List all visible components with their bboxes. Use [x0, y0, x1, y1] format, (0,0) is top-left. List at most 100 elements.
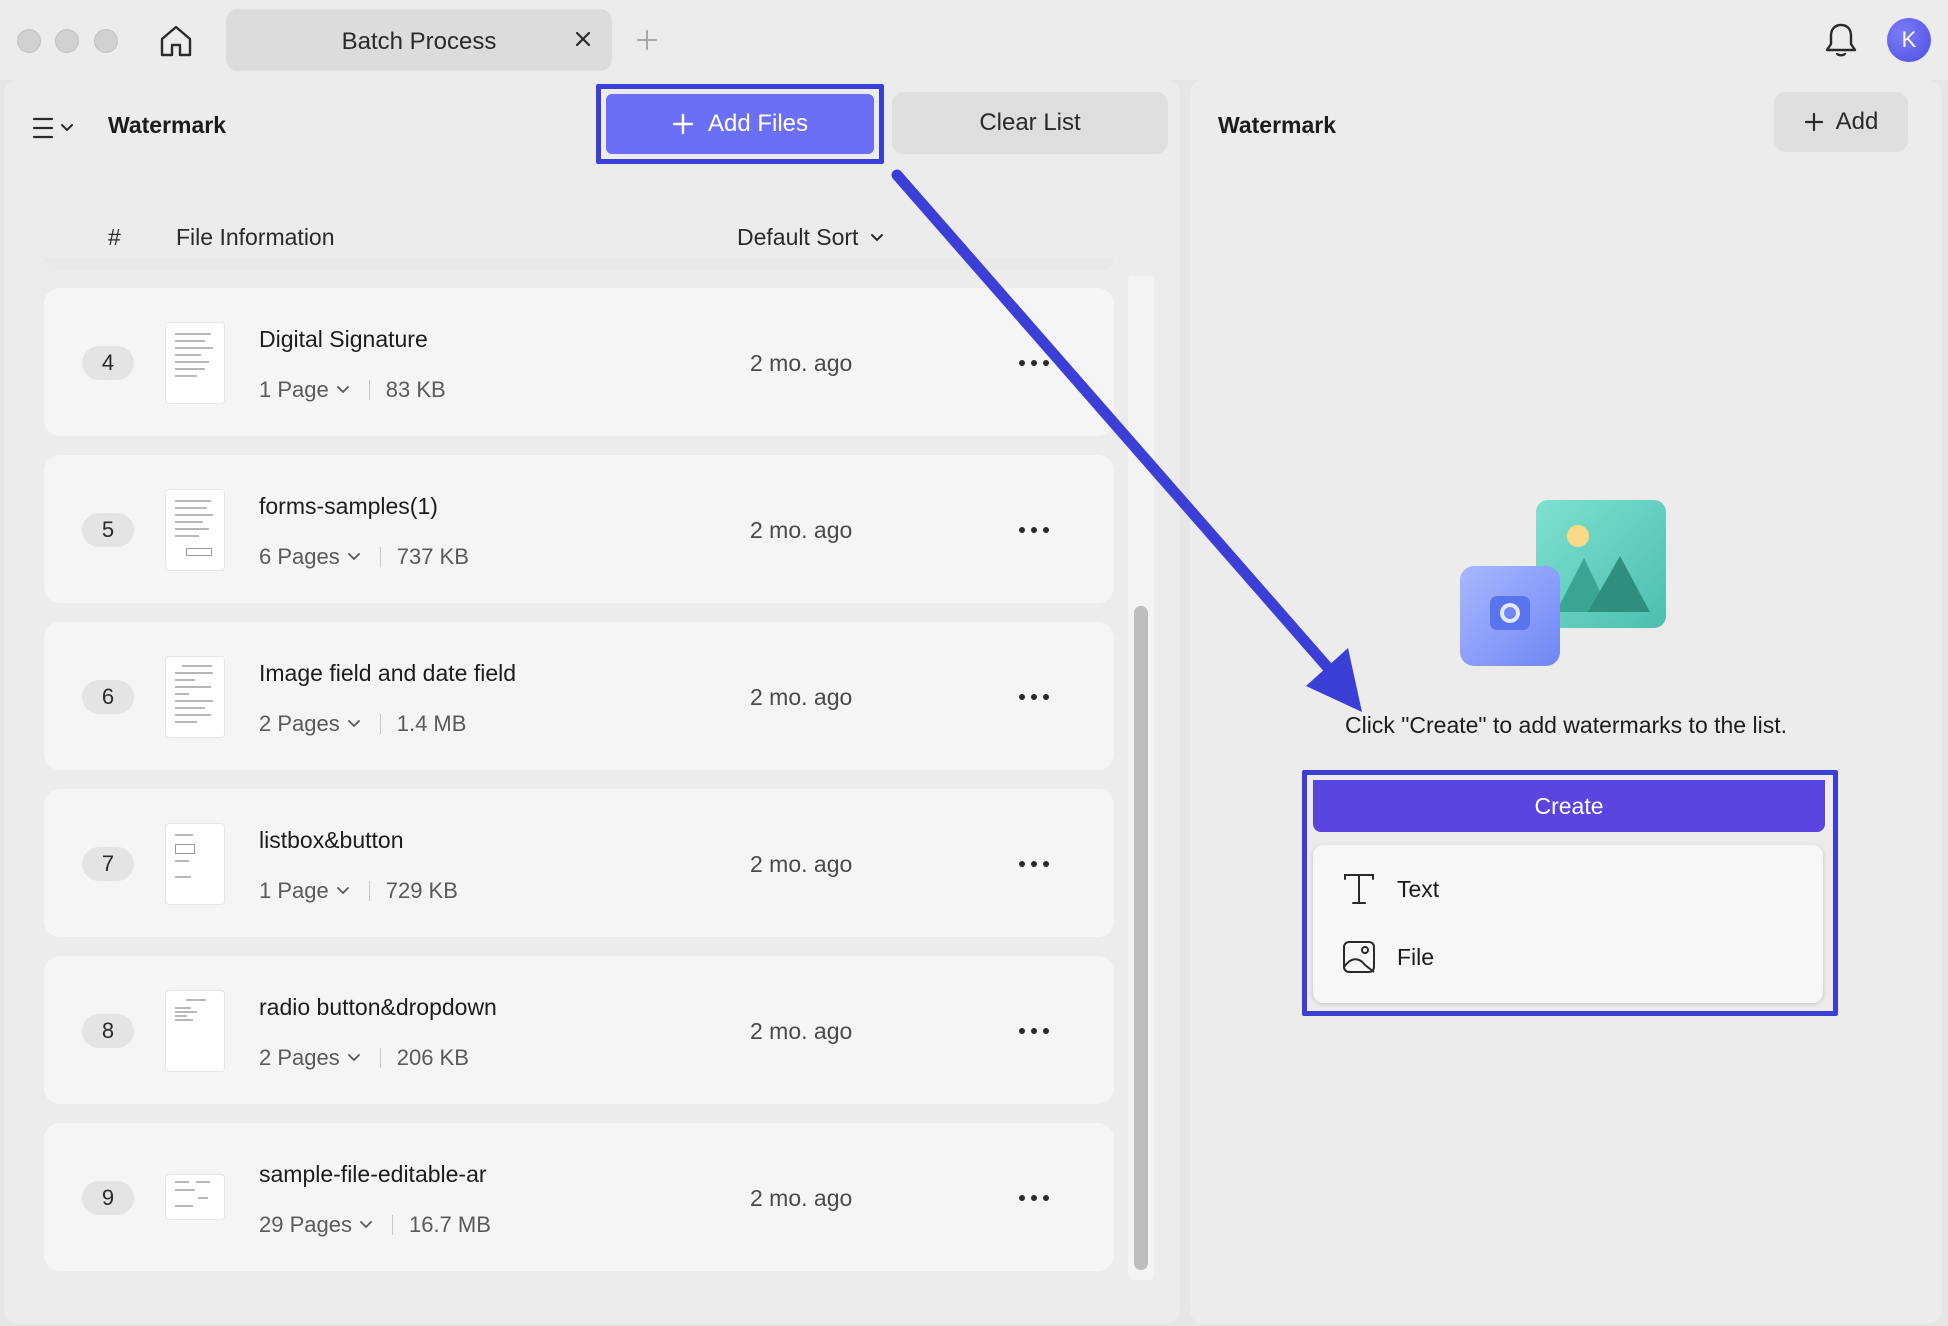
title-bar: Batch Process K [0, 0, 1948, 80]
file-size: 16.7 MB [408, 1212, 491, 1237]
file-name: sample-file-editable-ar [259, 1161, 487, 1187]
home-icon [160, 25, 192, 57]
close-icon [575, 31, 591, 47]
create-button[interactable]: Create [1313, 780, 1825, 832]
file-thumbnail [166, 490, 224, 570]
add-files-button[interactable]: Add Files [606, 94, 874, 154]
page-count: 2 Pages [259, 1045, 340, 1070]
page-count-dropdown[interactable]: 2 Pages [259, 711, 360, 737]
empty-state-hint: Click "Create" to add watermarks to the … [1345, 712, 1787, 738]
page-count: 6 Pages [259, 544, 340, 569]
file-name: listbox&button [259, 827, 404, 853]
add-files-highlight: Add Files [596, 84, 884, 164]
window-close-dot[interactable] [17, 29, 41, 53]
text-icon [1344, 874, 1374, 904]
more-icon [1019, 360, 1049, 366]
file-thumbnail [166, 824, 224, 904]
file-list-panel: Watermark Add Files Clear List # File In… [4, 80, 1180, 1324]
file-meta: 29 Pages 16.7 MB [259, 1212, 491, 1238]
more-icon [1019, 527, 1049, 533]
sort-label: Default Sort [737, 224, 859, 250]
window-zoom-dot[interactable] [94, 29, 118, 53]
image-file-icon [1343, 941, 1375, 973]
table-row[interactable]: 8 radio button&dropdown 2 Pages 206 KB 2… [44, 956, 1114, 1104]
row-more-button[interactable] [1014, 847, 1054, 881]
tab-close-button[interactable] [568, 24, 598, 54]
chevron-down-icon [871, 233, 884, 241]
page-count-dropdown[interactable]: 6 Pages [259, 544, 360, 570]
table-row[interactable]: 5 forms-samples(1) 6 Pages 737 KB 2 mo. … [44, 455, 1114, 603]
page-count: 1 Page [259, 377, 329, 402]
tab-batch-process[interactable]: Batch Process [226, 9, 612, 71]
bell-icon [1825, 23, 1857, 57]
chevron-down-icon [347, 553, 360, 561]
menu-item-text[interactable]: Text [1341, 867, 1439, 911]
new-tab-button[interactable] [632, 22, 662, 58]
row-more-button[interactable] [1014, 1014, 1054, 1048]
file-name: Digital Signature [259, 326, 428, 352]
table-row[interactable]: 6 Image field and date field 2 Pages 1.4… [44, 622, 1114, 770]
chevron-down-icon [336, 386, 349, 394]
file-size: 729 KB [385, 878, 458, 903]
page-count: 2 Pages [259, 711, 340, 736]
row-index: 9 [82, 1181, 134, 1215]
plus-icon [1804, 112, 1823, 132]
more-icon [1019, 861, 1049, 867]
row-more-button[interactable] [1014, 1181, 1054, 1215]
page-count-dropdown[interactable]: 1 Page [259, 377, 349, 403]
page-count: 1 Page [259, 878, 329, 903]
add-files-label: Add Files [707, 110, 809, 137]
row-more-button[interactable] [1014, 346, 1054, 380]
table-row[interactable]: 9 sample-file-editable-ar 29 Pages 16.7 … [44, 1123, 1114, 1271]
file-date: 2 mo. ago [750, 1018, 853, 1044]
more-icon [1019, 1195, 1049, 1201]
row-index: 6 [82, 680, 134, 714]
avatar[interactable]: K [1887, 18, 1931, 62]
chevron-down-icon [336, 887, 349, 895]
row-more-button[interactable] [1014, 513, 1054, 547]
file-thumbnail [166, 1175, 224, 1219]
row-index: 8 [82, 1014, 134, 1048]
window-minimize-dot[interactable] [55, 29, 79, 53]
create-dropdown-menu: Text File [1313, 845, 1823, 1003]
chevron-down-icon [360, 1221, 372, 1229]
clear-list-button[interactable]: Clear List [892, 92, 1168, 154]
row-index: 7 [82, 847, 134, 881]
list-scrollbar[interactable] [1128, 276, 1154, 1280]
file-date: 2 mo. ago [750, 851, 853, 877]
empty-state-illustration [1460, 500, 1666, 666]
meta-divider [379, 1048, 381, 1068]
menu-item-label: Text [1397, 875, 1440, 902]
panel-menu-button[interactable] [32, 108, 86, 148]
file-date: 2 mo. ago [750, 684, 853, 710]
panel-title: Watermark [108, 112, 227, 138]
file-meta: 1 Page 729 KB [259, 878, 458, 904]
add-watermark-button[interactable]: Add [1774, 92, 1908, 152]
sort-dropdown[interactable]: Default Sort [737, 224, 884, 251]
scrollbar-thumb[interactable] [1134, 606, 1148, 1270]
meta-divider [368, 380, 370, 400]
file-meta: 2 Pages 1.4 MB [259, 711, 466, 737]
previous-row-edge [44, 258, 1114, 270]
menu-item-file[interactable]: File [1341, 935, 1434, 979]
row-more-button[interactable] [1014, 680, 1054, 714]
more-icon [1019, 1028, 1049, 1034]
file-thumbnail [166, 991, 224, 1071]
page-count-dropdown[interactable]: 2 Pages [259, 1045, 360, 1071]
home-button[interactable] [154, 19, 198, 63]
create-highlight: Create Text File [1302, 770, 1838, 1016]
plus-icon [672, 113, 694, 135]
page-count-dropdown[interactable]: 29 Pages [259, 1212, 372, 1238]
chevron-down-icon [61, 124, 73, 132]
file-name: radio button&dropdown [259, 994, 497, 1020]
table-row[interactable]: 4 Digital Signature 1 Page 83 KB 2 mo. a… [44, 288, 1114, 436]
page-count-dropdown[interactable]: 1 Page [259, 878, 349, 904]
file-thumbnail [166, 657, 224, 737]
menu-icon [32, 117, 54, 139]
file-name: forms-samples(1) [259, 493, 438, 519]
table-row[interactable]: 7 listbox&button 1 Page 729 KB 2 mo. ago [44, 789, 1114, 937]
file-date: 2 mo. ago [750, 350, 853, 376]
file-size: 737 KB [396, 544, 469, 569]
file-size: 83 KB [385, 377, 446, 402]
notifications-button[interactable] [1821, 18, 1861, 62]
